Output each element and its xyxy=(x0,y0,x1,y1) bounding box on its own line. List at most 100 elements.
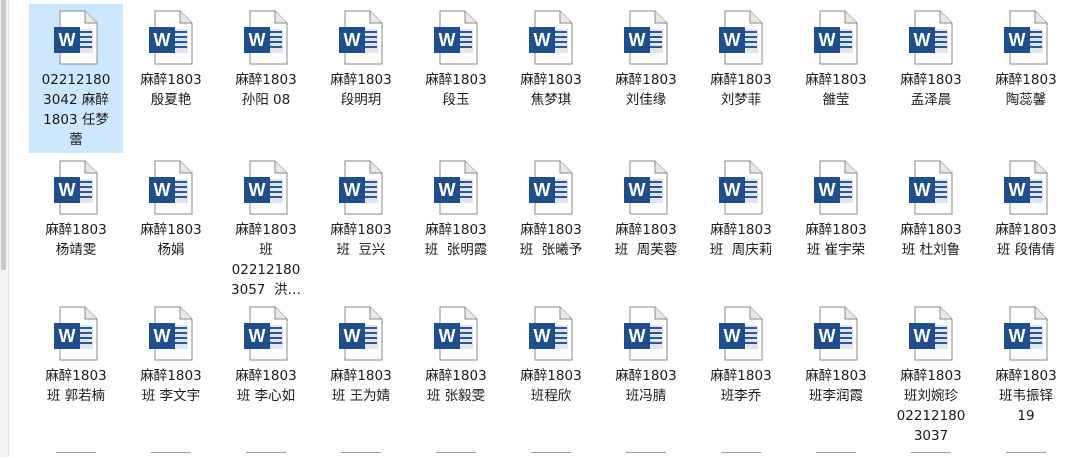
svg-text:W: W xyxy=(344,180,361,200)
file-item[interactable]: W 麻醉1803 班李润霞 xyxy=(789,300,883,446)
svg-text:W: W xyxy=(1009,30,1026,50)
word-document-icon: W xyxy=(622,10,670,66)
svg-text:W: W xyxy=(724,180,741,200)
svg-text:W: W xyxy=(154,30,171,50)
file-item[interactable]: W 麻醉1803 班 张毅雯 xyxy=(409,300,503,446)
word-document-icon: W xyxy=(147,160,195,216)
file-item[interactable]: W 麻醉1803 班 崔宇荣 xyxy=(789,154,883,300)
partial-file-icon[interactable] xyxy=(246,452,286,458)
word-document-icon: W xyxy=(1002,306,1050,362)
svg-text:W: W xyxy=(439,326,456,346)
partial-next-row xyxy=(29,452,1069,457)
file-name-label: 麻醉1803 班 张曦予 xyxy=(519,222,583,258)
file-item[interactable]: W 麻醉1803 班程欣 xyxy=(504,300,598,446)
word-document-icon: W xyxy=(1002,160,1050,216)
file-name-label: 麻醉1803 段玉 xyxy=(425,72,487,108)
file-name-label: 麻醉1803 刘梦菲 xyxy=(710,72,772,108)
file-item[interactable]: W 麻醉1803 班 王为婧 xyxy=(314,300,408,446)
file-item[interactable]: W 麻醉1803 殷夏艳 xyxy=(124,4,218,154)
word-document-icon: W xyxy=(242,160,290,216)
file-item[interactable]: W 麻醉1803 班 周芙蓉 xyxy=(599,154,693,300)
word-document-icon: W xyxy=(147,10,195,66)
file-item[interactable]: W 麻醉1803 班 李心如 xyxy=(219,300,313,446)
navigation-pane-edge[interactable] xyxy=(0,0,9,457)
word-document-icon: W xyxy=(432,10,480,66)
file-item[interactable]: W 麻醉1803 班 段倩倩 xyxy=(979,154,1071,300)
file-item[interactable]: W 麻醉1803 刘佳缘 xyxy=(599,4,693,154)
file-item[interactable]: W 麻醉1803 段玉 xyxy=(409,4,503,154)
file-name-label: 麻醉1803 班韦振铎 19 xyxy=(995,368,1057,424)
svg-text:W: W xyxy=(439,180,456,200)
file-name-label: 麻醉1803 雒莹 xyxy=(805,72,867,108)
svg-text:W: W xyxy=(819,30,836,50)
file-name-label: 02212180 3042 麻醉 1803 任梦 蕾 xyxy=(41,72,111,148)
svg-text:W: W xyxy=(819,326,836,346)
word-document-icon: W xyxy=(907,10,955,66)
file-item[interactable]: W 麻醉1803 班 郭若楠 xyxy=(29,300,123,446)
word-document-icon: W xyxy=(52,10,100,66)
file-name-label: 麻醉1803 班 李心如 xyxy=(235,368,297,404)
file-name-label: 麻醉1803 班 郭若楠 xyxy=(45,368,107,404)
file-item[interactable]: W 麻醉1803 班韦振铎 19 xyxy=(979,300,1071,446)
word-document-icon: W xyxy=(717,10,765,66)
svg-text:W: W xyxy=(249,30,266,50)
file-item[interactable]: W 麻醉1803 班冯腈 xyxy=(599,300,693,446)
file-item[interactable]: W 麻醉1803 杨靖雯 xyxy=(29,154,123,300)
partial-file-icon[interactable] xyxy=(816,452,856,458)
partial-file-icon[interactable] xyxy=(436,452,476,458)
word-document-icon: W xyxy=(52,306,100,362)
file-item[interactable]: W 麻醉1803 孟泽晨 xyxy=(884,4,978,154)
file-item[interactable]: W 麻醉1803 焦梦琪 xyxy=(504,4,598,154)
file-name-label: 麻醉1803 班 02212180 3057 洪… xyxy=(231,222,301,298)
file-item[interactable]: W 麻醉1803 班刘婉珍 02212180 3037 xyxy=(884,300,978,446)
file-name-label: 麻醉1803 班程欣 xyxy=(520,368,582,404)
partial-file-icon[interactable] xyxy=(151,452,191,458)
file-item[interactable]: W 麻醉1803 班 张曦予 xyxy=(504,154,598,300)
svg-text:W: W xyxy=(344,30,361,50)
svg-text:W: W xyxy=(629,326,646,346)
file-name-label: 麻醉1803 班 崔宇荣 xyxy=(805,222,867,258)
svg-text:W: W xyxy=(1009,326,1026,346)
file-item[interactable]: W 麻醉1803 杨娟 xyxy=(124,154,218,300)
file-item[interactable]: W 麻醉1803 班 张明霞 xyxy=(409,154,503,300)
file-name-label: 麻醉1803 焦梦琪 xyxy=(520,72,582,108)
word-document-icon: W xyxy=(1002,10,1050,66)
file-name-label: 麻醉1803 陶蕊馨 xyxy=(995,72,1057,108)
svg-text:W: W xyxy=(914,180,931,200)
partial-file-icon[interactable] xyxy=(1006,452,1046,458)
file-item[interactable]: W 麻醉1803 刘梦菲 xyxy=(694,4,788,154)
svg-text:W: W xyxy=(154,326,171,346)
svg-text:W: W xyxy=(1009,180,1026,200)
file-item[interactable]: W 麻醉1803 雒莹 xyxy=(789,4,883,154)
word-document-icon: W xyxy=(242,306,290,362)
svg-text:W: W xyxy=(249,326,266,346)
partial-file-icon[interactable] xyxy=(721,452,761,458)
partial-file-icon[interactable] xyxy=(531,452,571,458)
word-document-icon: W xyxy=(812,306,860,362)
partial-file-icon[interactable] xyxy=(626,452,666,458)
svg-text:W: W xyxy=(724,30,741,50)
file-item[interactable]: W 02212180 3042 麻醉 1803 任梦 蕾 xyxy=(29,4,123,153)
word-document-icon: W xyxy=(337,306,385,362)
word-document-icon: W xyxy=(52,160,100,216)
file-name-label: 麻醉1803 刘佳缘 xyxy=(615,72,677,108)
svg-text:W: W xyxy=(59,30,76,50)
file-item[interactable]: W 麻醉1803 班 豆兴 xyxy=(314,154,408,300)
partial-file-icon[interactable] xyxy=(341,452,381,458)
file-name-label: 麻醉1803 班 王为婧 xyxy=(330,368,392,404)
partial-file-icon[interactable] xyxy=(56,452,96,458)
file-item[interactable]: W 麻醉1803 班 周庆莉 xyxy=(694,154,788,300)
file-item[interactable]: W 麻醉1803 班李乔 xyxy=(694,300,788,446)
file-item[interactable]: W 麻醉1803 孙阳 08 xyxy=(219,4,313,154)
file-name-label: 麻醉1803 班 周庆莉 xyxy=(709,222,773,258)
file-item[interactable]: W 麻醉1803 段明玥 xyxy=(314,4,408,154)
scrollbar-thumb[interactable] xyxy=(1,0,6,270)
file-name-label: 麻醉1803 班 杜刘鲁 xyxy=(900,222,962,258)
file-item[interactable]: W 麻醉1803 班 李文宇 xyxy=(124,300,218,446)
partial-file-icon[interactable] xyxy=(911,452,951,458)
word-document-icon: W xyxy=(717,306,765,362)
file-item[interactable]: W 麻醉1803 陶蕊馨 xyxy=(979,4,1071,154)
file-item[interactable]: W 麻醉1803 班 02212180 3057 洪… xyxy=(219,154,313,300)
file-item[interactable]: W 麻醉1803 班 杜刘鲁 xyxy=(884,154,978,300)
file-name-label: 麻醉1803 班冯腈 xyxy=(615,368,677,404)
